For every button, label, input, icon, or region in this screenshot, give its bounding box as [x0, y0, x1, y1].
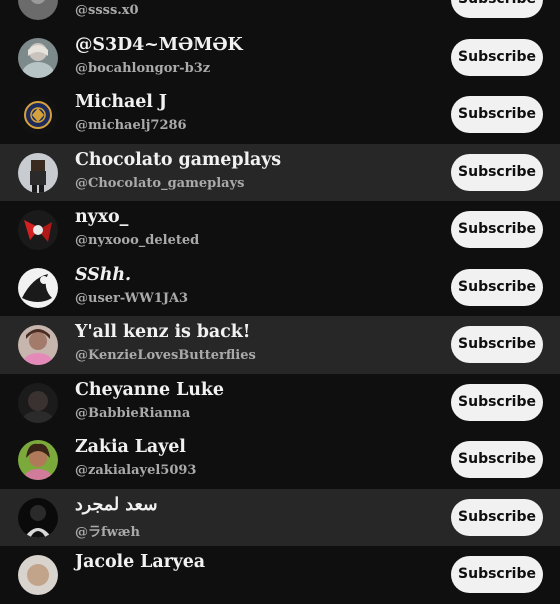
- list-item[interactable]: SShh. @user-WW1JA3 Subscribe: [0, 259, 560, 317]
- channel-name[interactable]: سعد لمجرد: [75, 495, 158, 515]
- subscribe-button[interactable]: Subscribe: [451, 0, 543, 18]
- channel-handle: @BabbieRianna: [75, 405, 191, 421]
- avatar[interactable]: [18, 382, 58, 423]
- subscribe-button[interactable]: Subscribe: [451, 268, 543, 306]
- list-item[interactable]: @S3D4~MƏMƏK @bocahlongor-b3z Subscribe: [0, 29, 560, 87]
- channel-name[interactable]: Michael J: [75, 92, 167, 112]
- list-item[interactable]: @ssss.x0 Subscribe: [0, 0, 560, 29]
- channel-handle: @ssss.x0: [75, 3, 139, 18]
- subscribe-button[interactable]: Subscribe: [451, 498, 543, 536]
- list-item[interactable]: Chocolato gameplays @Chocolato_gameplays…: [0, 143, 560, 201]
- subscribe-button[interactable]: Subscribe: [451, 38, 543, 76]
- channel-name[interactable]: Cheyanne Luke: [75, 380, 224, 400]
- channel-name[interactable]: Chocolato gameplays: [75, 150, 281, 170]
- avatar[interactable]: [18, 37, 58, 78]
- channel-handle: @nyxooo_deleted: [75, 233, 200, 248]
- list-item[interactable]: Michael J @michaelj7286 Subscribe: [0, 86, 560, 144]
- channel-name[interactable]: @S3D4~MƏMƏK: [75, 35, 243, 55]
- avatar[interactable]: [18, 325, 58, 365]
- channel-handle: @KenzieLovesButterflies: [75, 348, 256, 363]
- list-item[interactable]: Zakia Layel @zakialayel5093 Subscribe: [0, 431, 560, 489]
- avatar[interactable]: [18, 152, 58, 193]
- avatar[interactable]: [18, 0, 58, 20]
- subscribe-button[interactable]: Subscribe: [451, 441, 543, 478]
- list-item[interactable]: Y'all kenz is back! @KenzieLovesButterfl…: [0, 316, 560, 374]
- channel-handle: @user-WW1JA3: [75, 290, 189, 306]
- channel-name[interactable]: Zakia Layel: [75, 437, 186, 457]
- channel-handle: @ラfwæh: [75, 524, 140, 540]
- subscribe-button[interactable]: Subscribe: [451, 383, 543, 421]
- list-item[interactable]: Jacole Laryea Subscribe: [0, 546, 560, 604]
- avatar[interactable]: [18, 210, 58, 250]
- list-item[interactable]: nyxo_ @nyxooo_deleted Subscribe: [0, 201, 560, 259]
- subscriber-list: @ssss.x0 Subscribe @S3D4~MƏMƏK @bocahlon…: [0, 0, 560, 604]
- avatar[interactable]: [18, 440, 58, 480]
- avatar[interactable]: [18, 95, 58, 135]
- channel-handle: @bocahlongor-b3z: [75, 60, 211, 76]
- avatar[interactable]: [18, 555, 58, 595]
- list-item[interactable]: Cheyanne Luke @BabbieRianna Subscribe: [0, 374, 560, 432]
- channel-name[interactable]: Jacole Laryea: [75, 552, 205, 572]
- subscribe-button[interactable]: Subscribe: [451, 326, 543, 363]
- subscribe-button[interactable]: Subscribe: [451, 153, 543, 191]
- channel-handle: @zakialayel5093: [75, 463, 197, 478]
- channel-name[interactable]: Y'all kenz is back!: [75, 322, 250, 342]
- channel-handle: @Chocolato_gameplays: [75, 175, 245, 191]
- avatar[interactable]: [18, 497, 58, 538]
- subscribe-button[interactable]: Subscribe: [451, 211, 543, 248]
- channel-name[interactable]: nyxo_: [75, 207, 128, 227]
- channel-name[interactable]: SShh.: [75, 265, 131, 285]
- channel-handle: @michaelj7286: [75, 118, 187, 133]
- avatar[interactable]: [18, 267, 58, 308]
- subscribe-button[interactable]: Subscribe: [451, 556, 543, 593]
- subscribe-button[interactable]: Subscribe: [451, 96, 543, 133]
- list-item[interactable]: سعد لمجرد @ラfwæh Subscribe: [0, 488, 560, 546]
